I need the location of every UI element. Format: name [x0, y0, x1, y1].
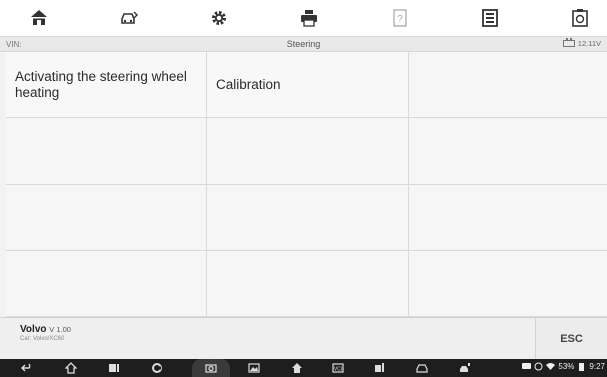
house-app-icon[interactable] — [290, 362, 304, 374]
empty-cell — [207, 185, 409, 251]
footer-bar: Volvo V 1.00 Car: Volvo/XC60 ESC — [0, 317, 607, 360]
clock: 9:27 — [589, 362, 605, 371]
empty-cell — [409, 118, 607, 185]
back-icon[interactable] — [20, 362, 34, 374]
function-grid: Activating the steering wheel heating Ca… — [6, 52, 607, 317]
vehicle-info: Volvo V 1.00 — [20, 324, 71, 335]
home-icon[interactable] — [28, 7, 50, 29]
empty-cell — [409, 52, 607, 118]
voltage-value: 12.11V — [577, 39, 601, 48]
function-item-steering-wheel-heating[interactable]: Activating the steering wheel heating — [6, 52, 207, 118]
print-icon[interactable] — [298, 7, 320, 29]
maintenance-icon[interactable] — [372, 362, 386, 374]
vci-icon[interactable]: VCI — [331, 362, 345, 374]
empty-cell — [409, 185, 607, 251]
save-icon[interactable] — [479, 7, 501, 29]
notification-icon — [534, 362, 543, 371]
function-item-calibration[interactable]: Calibration — [207, 52, 409, 118]
camera-icon[interactable] — [204, 362, 218, 374]
vehicle-model: Car: Volvo/XC60 — [20, 336, 65, 342]
help-icon[interactable]: ? — [389, 7, 411, 29]
svg-text:?: ? — [397, 14, 403, 25]
svg-text:VCI: VCI — [334, 367, 342, 373]
empty-cell — [207, 118, 409, 185]
empty-cell — [6, 185, 207, 251]
battery-voltage: 12.11V — [562, 38, 601, 48]
vehicle-version: V 1.00 — [49, 325, 71, 334]
recent-apps-icon[interactable] — [107, 362, 121, 374]
data-logging-icon[interactable] — [569, 7, 591, 29]
vehicle-make: Volvo — [20, 324, 47, 335]
empty-cell — [409, 251, 607, 317]
battery-icon — [579, 363, 585, 371]
battery-percent: 53% — [558, 362, 575, 371]
wifi-icon — [546, 363, 556, 370]
car-battery-icon — [562, 38, 575, 47]
remote-desk-icon[interactable] — [458, 362, 472, 374]
gallery-icon[interactable] — [247, 362, 261, 374]
car-icon[interactable] — [415, 362, 429, 374]
home-nav-icon[interactable] — [64, 362, 78, 374]
settings-gear-icon[interactable] — [208, 7, 230, 29]
vehicle-swap-icon[interactable] — [118, 7, 140, 29]
status-area: 53% 9:27 — [522, 362, 605, 371]
empty-cell — [6, 118, 207, 185]
esc-button[interactable]: ESC — [535, 318, 607, 360]
top-toolbar: ? — [0, 0, 607, 36]
android-navigation-bar: VCI 53% 9:27 — [0, 359, 607, 377]
search-icon[interactable] — [150, 362, 164, 374]
empty-cell — [6, 251, 207, 317]
empty-cell — [207, 251, 409, 317]
subheader-bar: VIN: Steering 12.11V — [0, 36, 607, 52]
page-title: Steering — [286, 39, 321, 49]
message-icon — [522, 363, 532, 369]
